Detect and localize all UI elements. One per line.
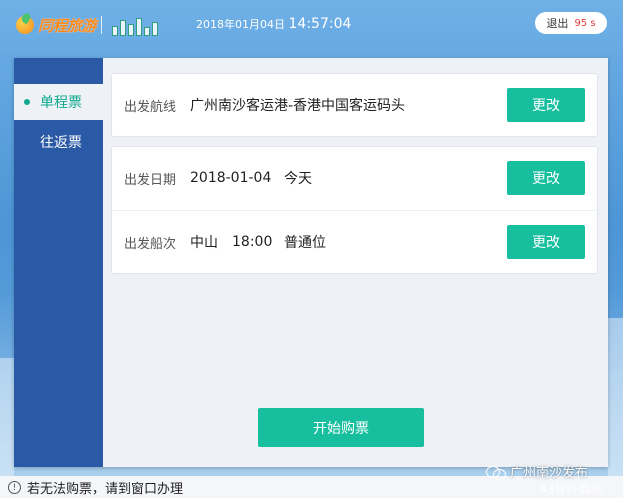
watermark-text: 广州南沙发布 bbox=[510, 466, 589, 481]
sidebar-item-label: 往返票 bbox=[40, 135, 82, 151]
sidebar-item-round-trip[interactable]: 往返票 bbox=[14, 124, 103, 160]
footer-notice: ! 若无法购票，请到窗口办理 bbox=[8, 478, 183, 497]
sidebar-item-label: 单程票 bbox=[40, 95, 82, 111]
route-card: 出发航线 广州南沙客运港-香港中国客运码头 更改 bbox=[111, 73, 598, 137]
brand-logo: 同程旅游 bbox=[16, 14, 97, 36]
ticket-panel: 单程票 往返票 出发航线 广州南沙客运港-香港中国客运码头 更改 出发日期 20… bbox=[14, 58, 608, 467]
trip-label: 出发船次 bbox=[124, 236, 177, 252]
trip-time: 18:00 bbox=[232, 234, 273, 250]
exit-label: 退出 bbox=[546, 17, 569, 30]
countdown-timer: 95 s bbox=[574, 17, 596, 29]
trip-row: 出发船次 中山 18:00 普通位 更改 bbox=[112, 211, 597, 273]
brand-logo-icon bbox=[16, 16, 34, 34]
current-time: 14:57:04 bbox=[288, 16, 352, 32]
top-bar: 同程旅游 2018年01月04日 14:57:04 退出 95 s bbox=[0, 0, 623, 50]
notice-text: 若无法购票，请到窗口办理 bbox=[27, 482, 184, 497]
change-trip-button[interactable]: 更改 bbox=[507, 225, 585, 259]
wechat-icon bbox=[486, 465, 506, 480]
date-note: 今天 bbox=[284, 171, 312, 187]
watermark: 广州南沙发布 bbox=[486, 462, 588, 481]
route-row: 出发航线 广州南沙客运港-香港中国客运码头 更改 bbox=[112, 74, 597, 136]
ticket-type-sidebar: 单程票 往返票 bbox=[14, 58, 103, 467]
route-label: 出发航线 bbox=[124, 99, 177, 115]
active-dot-icon bbox=[24, 99, 30, 105]
change-date-button[interactable]: 更改 bbox=[507, 161, 585, 195]
info-icon: ! bbox=[8, 481, 21, 494]
background-building bbox=[0, 358, 14, 478]
route-value: 广州南沙客运港-香港中国客运码头 bbox=[190, 98, 406, 114]
logo-divider bbox=[101, 16, 102, 34]
current-date: 2018年01月04日 bbox=[196, 18, 285, 31]
partner-logo-icon bbox=[112, 14, 168, 36]
details-card: 出发日期 2018-01-04 今天 更改 出发船次 中山 18:00 普通位 … bbox=[111, 146, 598, 274]
trip-ship: 中山 bbox=[190, 235, 218, 251]
background-building bbox=[608, 318, 623, 478]
sidebar-item-one-way[interactable]: 单程票 bbox=[14, 84, 103, 120]
current-datetime: 2018年01月04日 14:57:04 bbox=[196, 16, 351, 32]
exit-button[interactable]: 退出 95 s bbox=[535, 12, 607, 34]
trip-class: 普通位 bbox=[284, 235, 326, 251]
brand-name: 同程旅游 bbox=[38, 16, 97, 35]
change-route-button[interactable]: 更改 bbox=[507, 88, 585, 122]
date-label: 出发日期 bbox=[124, 172, 177, 188]
date-value: 2018-01-04 bbox=[190, 170, 272, 186]
start-purchase-button[interactable]: 开始购票 bbox=[258, 408, 424, 447]
date-row: 出发日期 2018-01-04 今天 更改 bbox=[112, 147, 597, 209]
terminal-id: 43号终端机 bbox=[539, 482, 603, 496]
